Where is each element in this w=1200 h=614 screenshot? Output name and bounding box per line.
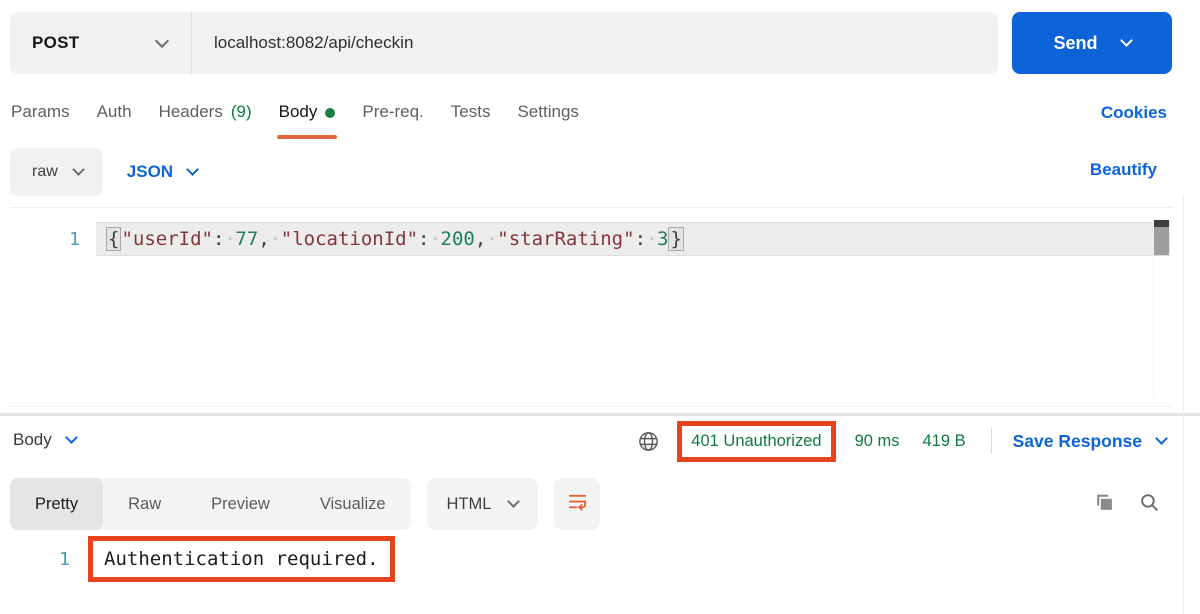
tab-visualize[interactable]: Visualize bbox=[295, 478, 411, 530]
whitespace-dot bbox=[270, 228, 281, 250]
response-body-select[interactable]: Body bbox=[13, 430, 76, 450]
code-token: : bbox=[213, 228, 224, 250]
unsaved-changes-dot bbox=[325, 108, 335, 118]
body-type-label: raw bbox=[32, 163, 58, 181]
chevron-down-icon bbox=[72, 163, 85, 176]
request-url-row: POST localhost:8082/api/checkin Send bbox=[10, 12, 1172, 74]
chevron-down-icon bbox=[65, 431, 78, 444]
response-meta: 401 Unauthorized 90 ms 419 B Save Respon… bbox=[637, 417, 1166, 465]
tab-pre-req[interactable]: Pre-req. bbox=[362, 102, 423, 124]
line-number: 1 bbox=[10, 229, 80, 250]
url-input[interactable]: localhost:8082/api/checkin bbox=[192, 33, 998, 53]
annotation-box-status: 401 Unauthorized bbox=[677, 421, 835, 462]
cookies-link[interactable]: Cookies bbox=[1101, 103, 1167, 123]
tab-label: Body bbox=[279, 102, 318, 122]
tab-body[interactable]: Body bbox=[279, 102, 336, 124]
request-tabs: Params Auth Headers (9) Body Pre-req. Te… bbox=[11, 102, 579, 124]
request-body-editor[interactable]: 1 {"userId":77,"locationId":200,"starRat… bbox=[10, 207, 1172, 407]
tab-tests[interactable]: Tests bbox=[451, 102, 491, 124]
response-format-label: HTML bbox=[447, 495, 492, 514]
whitespace-dot bbox=[646, 228, 657, 250]
body-type-row: raw JSON bbox=[10, 148, 197, 196]
whitespace-dot bbox=[486, 228, 497, 250]
response-body-label: Body bbox=[13, 430, 52, 450]
chevron-down-icon bbox=[155, 33, 169, 47]
wrap-lines-icon bbox=[566, 491, 589, 517]
send-label: Send bbox=[1053, 33, 1097, 54]
code-token: } bbox=[668, 227, 683, 251]
code-line: {"userId":77,"locationId":200,"starRatin… bbox=[106, 227, 684, 251]
response-body-text: Authentication required. bbox=[104, 548, 379, 570]
response-toolbar: Pretty Raw Preview Visualize HTML bbox=[10, 478, 600, 530]
method-select[interactable]: POST bbox=[10, 12, 192, 74]
scrollbar-thumb-cap bbox=[1154, 220, 1169, 227]
code-token: "starRating" bbox=[497, 228, 634, 250]
code-token: 200 bbox=[441, 228, 475, 250]
method-label: POST bbox=[32, 33, 80, 53]
line-number: 1 bbox=[40, 549, 70, 570]
tab-headers[interactable]: Headers (9) bbox=[159, 102, 252, 124]
chevron-down-icon bbox=[1120, 34, 1133, 47]
tab-label: Pre-req. bbox=[362, 102, 423, 122]
editor-scrollbar[interactable] bbox=[1153, 220, 1169, 398]
language-select[interactable]: JSON bbox=[127, 162, 197, 182]
url-text: localhost:8082/api/checkin bbox=[214, 33, 413, 52]
tab-params[interactable]: Params bbox=[11, 102, 70, 124]
globe-icon[interactable] bbox=[637, 430, 660, 453]
response-status: 401 Unauthorized bbox=[691, 432, 821, 451]
tab-label: Tests bbox=[451, 102, 491, 122]
copy-icon[interactable] bbox=[1094, 492, 1115, 513]
save-response-button[interactable]: Save Response bbox=[1013, 431, 1142, 452]
whitespace-dot bbox=[224, 228, 235, 250]
annotation-box-response: Authentication required. bbox=[88, 536, 395, 582]
chevron-down-icon bbox=[186, 163, 199, 176]
tab-preview[interactable]: Preview bbox=[186, 478, 295, 530]
code-token: { bbox=[106, 227, 121, 251]
code-token: 3 bbox=[657, 228, 668, 250]
code-token: , bbox=[258, 228, 269, 250]
code-token: : bbox=[418, 228, 429, 250]
tab-label: Auth bbox=[97, 102, 132, 122]
postman-request-view: POST localhost:8082/api/checkin Send Par… bbox=[0, 0, 1200, 614]
request-response-divider[interactable] bbox=[0, 413, 1200, 416]
code-row: 1 {"userId":77,"locationId":200,"starRat… bbox=[10, 222, 684, 256]
tab-pretty[interactable]: Pretty bbox=[10, 478, 103, 530]
response-format-select[interactable]: HTML bbox=[427, 478, 539, 530]
tab-label: Settings bbox=[517, 102, 578, 122]
search-icon[interactable] bbox=[1139, 492, 1160, 513]
whitespace-dot bbox=[430, 228, 441, 250]
code-token: 77 bbox=[235, 228, 258, 250]
tab-label: Headers bbox=[159, 102, 223, 122]
body-type-select[interactable]: raw bbox=[10, 148, 103, 196]
tab-label: Params bbox=[11, 102, 70, 122]
response-actions bbox=[1094, 492, 1160, 513]
scrollbar-thumb[interactable] bbox=[1154, 227, 1169, 255]
tab-settings[interactable]: Settings bbox=[517, 102, 578, 124]
response-size: 419 B bbox=[919, 432, 970, 451]
chevron-down-icon bbox=[508, 495, 521, 508]
beautify-link[interactable]: Beautify bbox=[1090, 160, 1157, 180]
tab-raw[interactable]: Raw bbox=[103, 478, 186, 530]
headers-count: (9) bbox=[231, 102, 252, 122]
wrap-lines-button[interactable] bbox=[554, 478, 600, 530]
send-button[interactable]: Send bbox=[1012, 12, 1172, 74]
chevron-down-icon[interactable] bbox=[1155, 432, 1168, 445]
url-bar: POST localhost:8082/api/checkin bbox=[10, 12, 998, 74]
response-view-tabs: Pretty Raw Preview Visualize bbox=[10, 478, 411, 530]
vertical-divider bbox=[991, 428, 992, 454]
response-time: 90 ms bbox=[851, 432, 904, 451]
code-token: , bbox=[475, 228, 486, 250]
code-token: "userId" bbox=[121, 228, 213, 250]
language-label: JSON bbox=[127, 162, 173, 182]
code-token: "locationId" bbox=[281, 228, 418, 250]
panel-edge bbox=[1183, 195, 1184, 614]
code-token: : bbox=[635, 228, 646, 250]
tab-auth[interactable]: Auth bbox=[97, 102, 132, 124]
